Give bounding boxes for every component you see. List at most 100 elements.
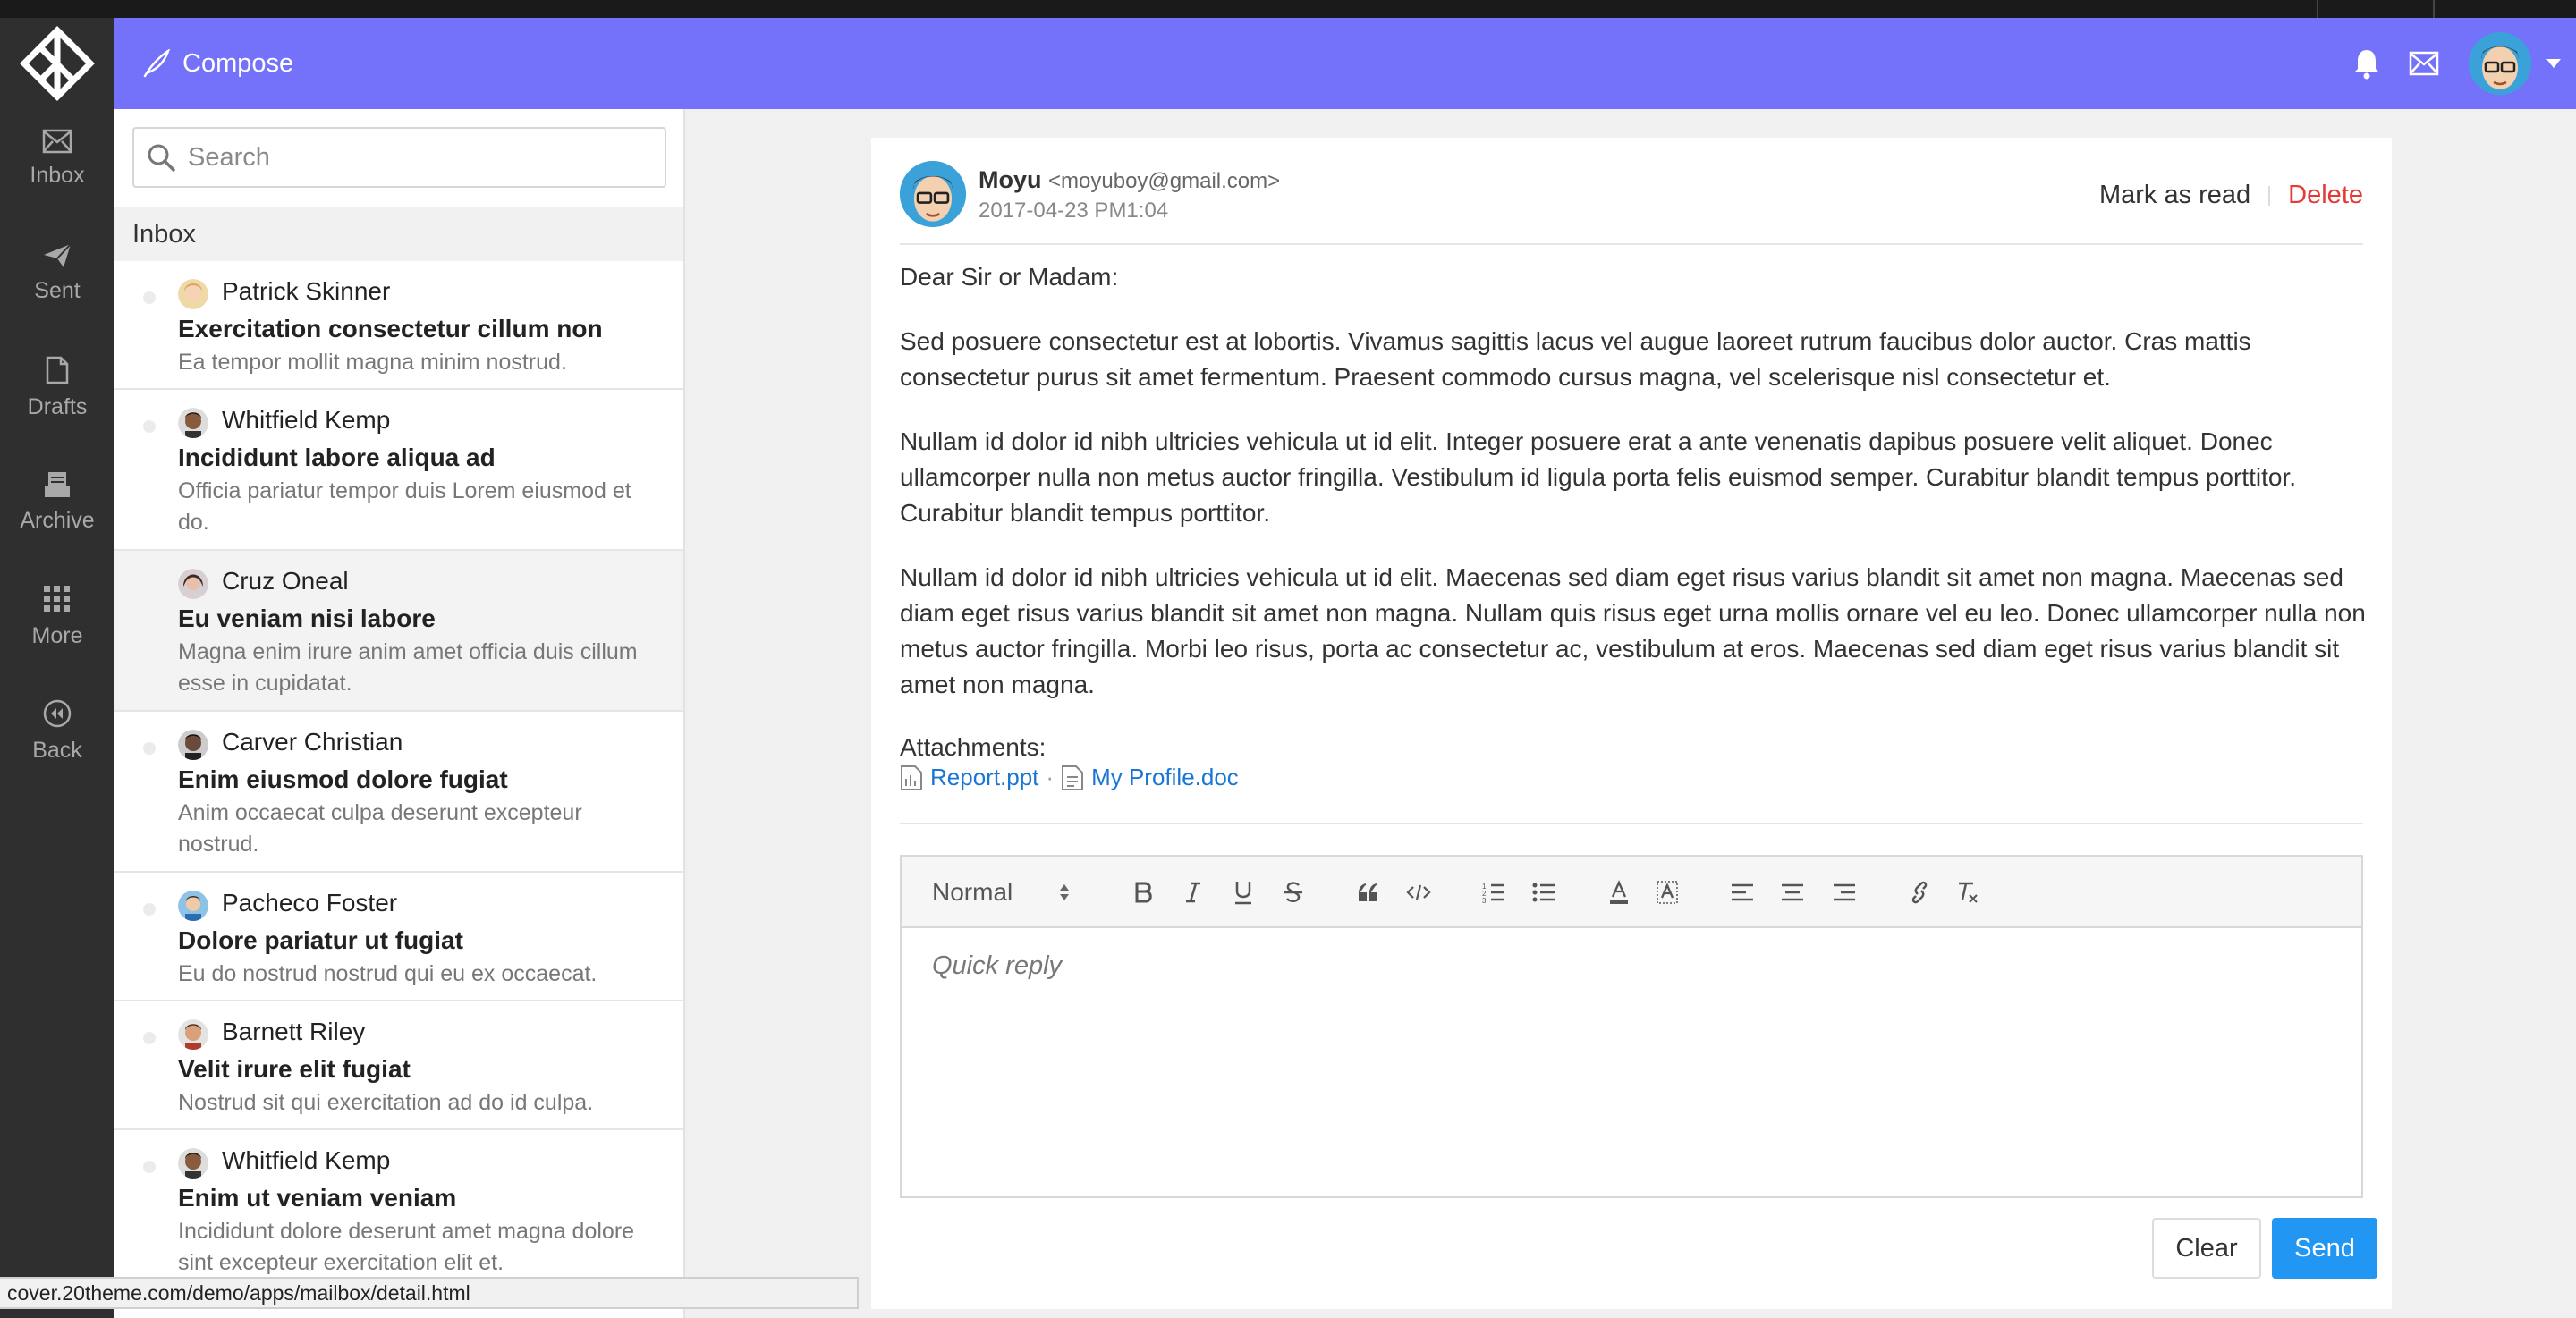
message-subject: Enim ut veniam veniam [178, 1184, 457, 1212]
bold-icon [1135, 882, 1152, 903]
app-logo[interactable] [0, 18, 114, 109]
message-subject: Exercitation consectetur cillum non [178, 315, 603, 342]
link-icon [1911, 881, 1928, 904]
reply-editor: Normal 123 [900, 855, 2363, 1198]
italic-button[interactable] [1175, 857, 1211, 928]
search-box [132, 127, 666, 188]
clear-format-icon [1959, 882, 1978, 903]
avatar [178, 408, 208, 438]
unread-dot [143, 903, 156, 916]
format-select[interactable]: Normal [932, 857, 1093, 928]
rail-item-more[interactable]: More [0, 567, 114, 665]
message-excerpt: Incididunt dolore deserunt amet magna do… [178, 1219, 635, 1275]
editor-toolbar: Normal 123 [902, 857, 2361, 928]
sender-avatar [900, 161, 966, 227]
email-greeting: Dear Sir or Madam: [900, 263, 1119, 291]
messages-button[interactable] [2395, 18, 2453, 109]
delete-button[interactable]: Delete [2288, 181, 2363, 210]
email-header: Moyu <moyuboy@gmail.com> 2017-04-23 PM1:… [900, 150, 2363, 245]
action-divider [2268, 185, 2271, 206]
sender-name: Carver Christian [222, 728, 403, 756]
attachment-link[interactable]: Report.ppt [930, 764, 1038, 791]
background-color-button[interactable] [1649, 857, 1685, 928]
unread-dot [143, 742, 156, 755]
sender-name: Barnett Riley [222, 1018, 366, 1045]
svg-text:3: 3 [1482, 897, 1487, 904]
chevron-down-icon [2546, 59, 2561, 68]
quote-icon [1359, 883, 1377, 901]
clear-format-button[interactable] [1950, 857, 1986, 928]
avatar [178, 569, 208, 599]
top-bar: Compose [114, 18, 2576, 109]
blockquote-button[interactable] [1351, 857, 1386, 928]
select-arrows-icon [1060, 884, 1069, 900]
user-avatar[interactable] [2469, 32, 2531, 95]
rail-item-sent[interactable]: Sent [0, 224, 114, 322]
unread-dot [143, 1032, 156, 1044]
sender-email: <moyuboy@gmail.com> [1048, 169, 1281, 193]
email-body: Dear Sir or Madam: Sed posuere consectet… [900, 259, 2367, 731]
notifications-button[interactable] [2338, 18, 2395, 109]
archive-icon [45, 471, 70, 497]
search-input[interactable] [188, 142, 635, 173]
align-left-icon [1732, 883, 1753, 901]
sender-line: Moyu <moyuboy@gmail.com> [979, 166, 1280, 194]
list-item[interactable]: Barnett Riley Velit irure elit fugiat No… [114, 1001, 683, 1130]
align-left-button[interactable] [1724, 857, 1760, 928]
rail-item-drafts[interactable]: Drafts [0, 338, 114, 436]
text-color-icon [1610, 880, 1628, 904]
document-file-icon [1062, 765, 1084, 790]
message-excerpt: Ea tempor mollit magna minim nostrud. [178, 350, 567, 375]
mail-icon [2409, 51, 2439, 76]
bold-button[interactable] [1125, 857, 1161, 928]
message-subject: Velit irure elit fugiat [178, 1055, 411, 1083]
sender-name: Patrick Skinner [222, 277, 391, 305]
rail-item-inbox[interactable]: Inbox [0, 109, 114, 207]
message-list-pane: Inbox Patrick Skinner Exercitation conse… [114, 109, 685, 1318]
align-center-button[interactable] [1775, 857, 1810, 928]
underline-button[interactable] [1225, 857, 1261, 928]
user-menu-toggle[interactable] [2531, 18, 2576, 109]
attachment-separator: · [1046, 764, 1055, 790]
message-excerpt: Eu do nostrud nostrud qui eu ex occaecat… [178, 961, 597, 986]
bullet-list-icon [1532, 883, 1555, 902]
ordered-list-button[interactable]: 123 [1476, 857, 1512, 928]
compose-button[interactable]: Compose [141, 18, 293, 109]
sender-name: Pacheco Foster [222, 889, 398, 917]
text-color-button[interactable] [1601, 857, 1637, 928]
feather-icon [143, 49, 170, 78]
link-button[interactable] [1902, 857, 1937, 928]
format-value: Normal [932, 878, 1013, 906]
message-subject: Incididunt labore aliqua ad [178, 444, 496, 471]
bullet-list-button[interactable] [1526, 857, 1562, 928]
list-item[interactable]: Pacheco Foster Dolore pariatur ut fugiat… [114, 873, 683, 1001]
logo-icon [20, 26, 95, 101]
sender-name: Moyu [979, 166, 1042, 193]
rail-item-archive[interactable]: Archive [0, 452, 114, 551]
unread-dot [143, 291, 156, 304]
email-paragraph: Nullam id dolor id nibh ultricies vehicu… [900, 563, 2366, 698]
chart-file-icon [901, 765, 922, 790]
code-button[interactable] [1401, 857, 1436, 928]
strikethrough-button[interactable] [1275, 857, 1311, 928]
align-right-button[interactable] [1826, 857, 1862, 928]
message-subject: Eu veniam nisi labore [178, 604, 436, 632]
list-item[interactable]: Patrick Skinner Exercitation consectetur… [114, 261, 683, 390]
list-item[interactable]: Cruz Oneal Eu veniam nisi labore Magna e… [114, 551, 683, 712]
strikethrough-icon [1284, 882, 1302, 902]
send-button[interactable]: Send [2272, 1218, 2377, 1279]
clear-button[interactable]: Clear [2152, 1218, 2261, 1279]
attachments-label: Attachments: [900, 733, 1046, 761]
list-item[interactable]: Whitfield Kemp Incididunt labore aliqua … [114, 390, 683, 551]
list-item[interactable]: Carver Christian Enim eiusmod dolore fug… [114, 712, 683, 873]
attachment-link[interactable]: My Profile.doc [1091, 764, 1239, 791]
mark-as-read-button[interactable]: Mark as read [2099, 181, 2250, 210]
quick-reply-input[interactable] [902, 930, 2361, 1196]
rail-item-back[interactable]: Back [0, 681, 114, 780]
rail-label: Inbox [30, 162, 85, 188]
app-rail: Inbox Sent Drafts Archive More Back [0, 18, 114, 1318]
underline-icon [1235, 882, 1251, 905]
avatar [178, 891, 208, 921]
unread-dot [143, 420, 156, 433]
inbox-icon [42, 129, 72, 153]
